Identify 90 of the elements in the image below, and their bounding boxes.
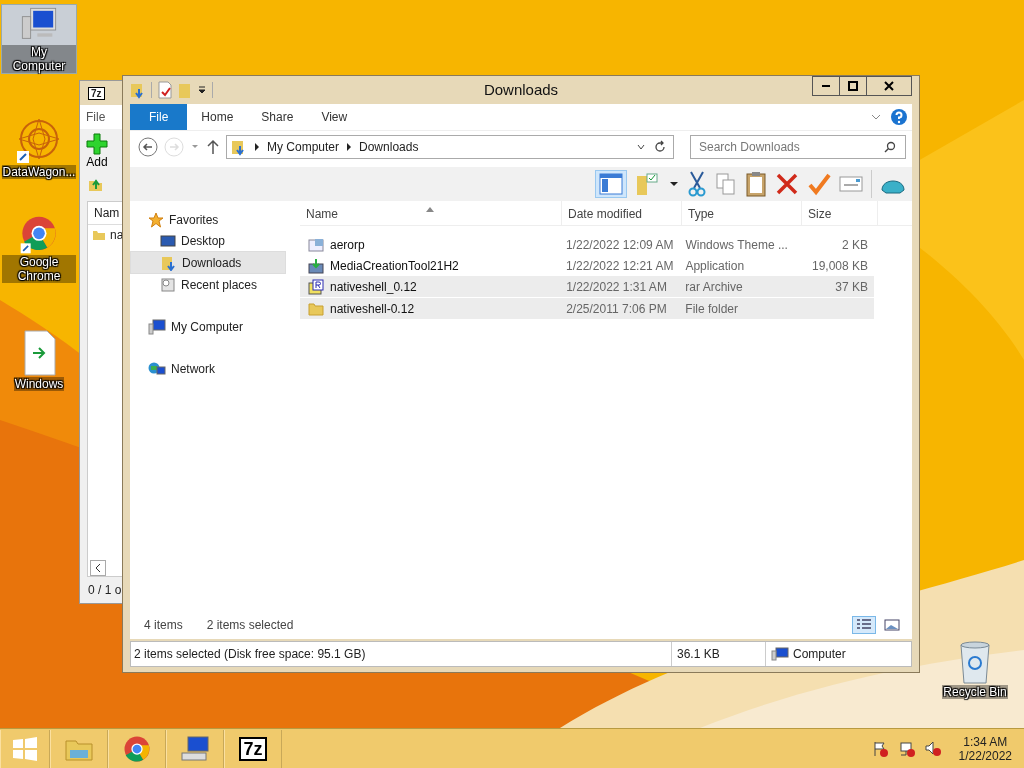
column-header[interactable]: Name: [300, 201, 562, 225]
status-text: 2 items selected (Disk free space: 95.1 GB): [133, 647, 367, 661]
taskbar-button[interactable]: [108, 729, 166, 768]
network-warning-icon[interactable]: [898, 740, 915, 757]
ribbon-tab[interactable]: Share: [247, 104, 308, 130]
taskbar-button[interactable]: [166, 729, 224, 768]
window-title: Downloads: [482, 81, 560, 98]
search-field[interactable]: Search Downloads: [690, 135, 906, 159]
computer-icon: [148, 318, 166, 335]
delete-x-icon[interactable]: [775, 172, 799, 196]
downloads-folder-icon[interactable]: [130, 81, 146, 99]
folder-icon: [308, 300, 324, 317]
nav-item[interactable]: Recent places: [130, 274, 290, 295]
scissors-icon[interactable]: [687, 171, 707, 197]
windows-logo-icon: [12, 736, 38, 761]
status-size: 36.1 KB: [671, 642, 765, 666]
dropdown-icon[interactable]: [669, 179, 679, 189]
selected-count: 2 items selected: [206, 618, 294, 632]
ribbon-tab[interactable]: File: [130, 104, 188, 130]
installer-icon: [308, 257, 324, 274]
star-icon: [148, 211, 164, 228]
file-row[interactable]: aerorp 1/22/2022 12:09 AM Windows Theme ... 2 KB: [300, 234, 874, 255]
nav-item[interactable]: Favorites: [130, 209, 290, 230]
breadcrumb[interactable]: Downloads: [359, 140, 419, 154]
clipboard-icon[interactable]: [745, 171, 767, 197]
menu-item[interactable]: File: [86, 110, 106, 124]
maximize-button[interactable]: [839, 76, 867, 96]
breadcrumb-arrow-icon[interactable]: [346, 143, 353, 151]
preview-pane-button[interactable]: [595, 170, 627, 198]
nav-item[interactable]: My Computer: [130, 316, 290, 337]
plus-icon: [86, 133, 108, 155]
theme-file-icon: [308, 236, 324, 253]
column-header[interactable]: Date modified: [562, 201, 682, 225]
desktop-icon: [160, 233, 176, 248]
nav-item[interactable]: Network: [130, 358, 290, 379]
ribbon-tab[interactable]: View: [307, 104, 362, 130]
network-icon: [148, 360, 166, 377]
address-bar[interactable]: My Computer Downloads: [226, 135, 674, 159]
maximize-icon: [848, 81, 858, 91]
properties-icon[interactable]: [157, 81, 173, 99]
recent-places-icon: [160, 276, 176, 293]
sort-arrow-icon: [426, 207, 434, 212]
status-location: Computer: [793, 647, 846, 661]
file-row[interactable]: nativeshell-0.12 2/25/2011 7:06 PM File folder: [300, 298, 874, 320]
muted-speaker-icon[interactable]: [924, 740, 941, 757]
envelope-icon[interactable]: [839, 174, 863, 194]
chevron-down-icon[interactable]: [636, 142, 646, 152]
up-arrow-icon[interactable]: [206, 139, 220, 155]
minimize-icon: [822, 85, 830, 87]
status-text: 0 / 1 o: [87, 582, 123, 599]
folder-icon: [92, 228, 106, 242]
start-button[interactable]: [0, 729, 50, 768]
item-count: 4 items: [144, 618, 183, 632]
details-view-icon: [856, 618, 872, 632]
add-button[interactable]: Add: [86, 133, 108, 169]
help-icon[interactable]: [890, 108, 908, 126]
breadcrumb[interactable]: My Computer: [267, 140, 340, 154]
back-button[interactable]: [138, 137, 158, 157]
computer-icon: [180, 734, 210, 763]
archive-icon: [308, 278, 324, 295]
downloads-folder-icon: [161, 254, 177, 271]
scroll-left-button[interactable]: [90, 560, 106, 576]
thumbnail-icon: [884, 618, 900, 632]
dropdown-icon[interactable]: [197, 85, 207, 95]
file-row[interactable]: nativeshell_0.12 1/22/2022 1:31 AM rar Archive 37 KB: [300, 276, 874, 298]
desktop-icon[interactable]: My Computer: [1, 4, 77, 74]
details-view-button[interactable]: [852, 616, 876, 634]
file-row[interactable]: MediaCreationTool21H2 1/22/2022 12:21 AM Application 19,008 KB: [300, 255, 874, 276]
nav-item[interactable]: Desktop: [130, 230, 290, 251]
computer-icon: [771, 647, 789, 661]
downloads-folder-icon: [231, 138, 247, 156]
column-header[interactable]: Type: [682, 201, 802, 225]
seven-zip-icon: 7z: [88, 86, 105, 100]
minimize-button[interactable]: [812, 76, 840, 96]
nav-item[interactable]: Downloads: [130, 251, 286, 274]
refresh-icon[interactable]: [653, 140, 667, 154]
taskbar-button[interactable]: 7z: [224, 729, 282, 768]
up-folder-icon: [88, 177, 104, 193]
ribbon-tab[interactable]: Home: [187, 104, 248, 130]
flag-warning-icon[interactable]: [872, 740, 889, 757]
column-header[interactable]: Size: [802, 201, 878, 225]
column-header[interactable]: Nam: [94, 206, 120, 220]
breadcrumb-arrow-icon[interactable]: [254, 143, 260, 151]
search-icon: [884, 141, 896, 153]
close-button[interactable]: [866, 76, 912, 96]
pane-layout-icon: [599, 173, 623, 195]
clock[interactable]: 1:34 AM 1/22/2022: [958, 734, 1012, 763]
recycle-bin-icon: [957, 639, 993, 685]
checkmark-icon[interactable]: [807, 172, 831, 196]
close-icon: [883, 81, 895, 91]
